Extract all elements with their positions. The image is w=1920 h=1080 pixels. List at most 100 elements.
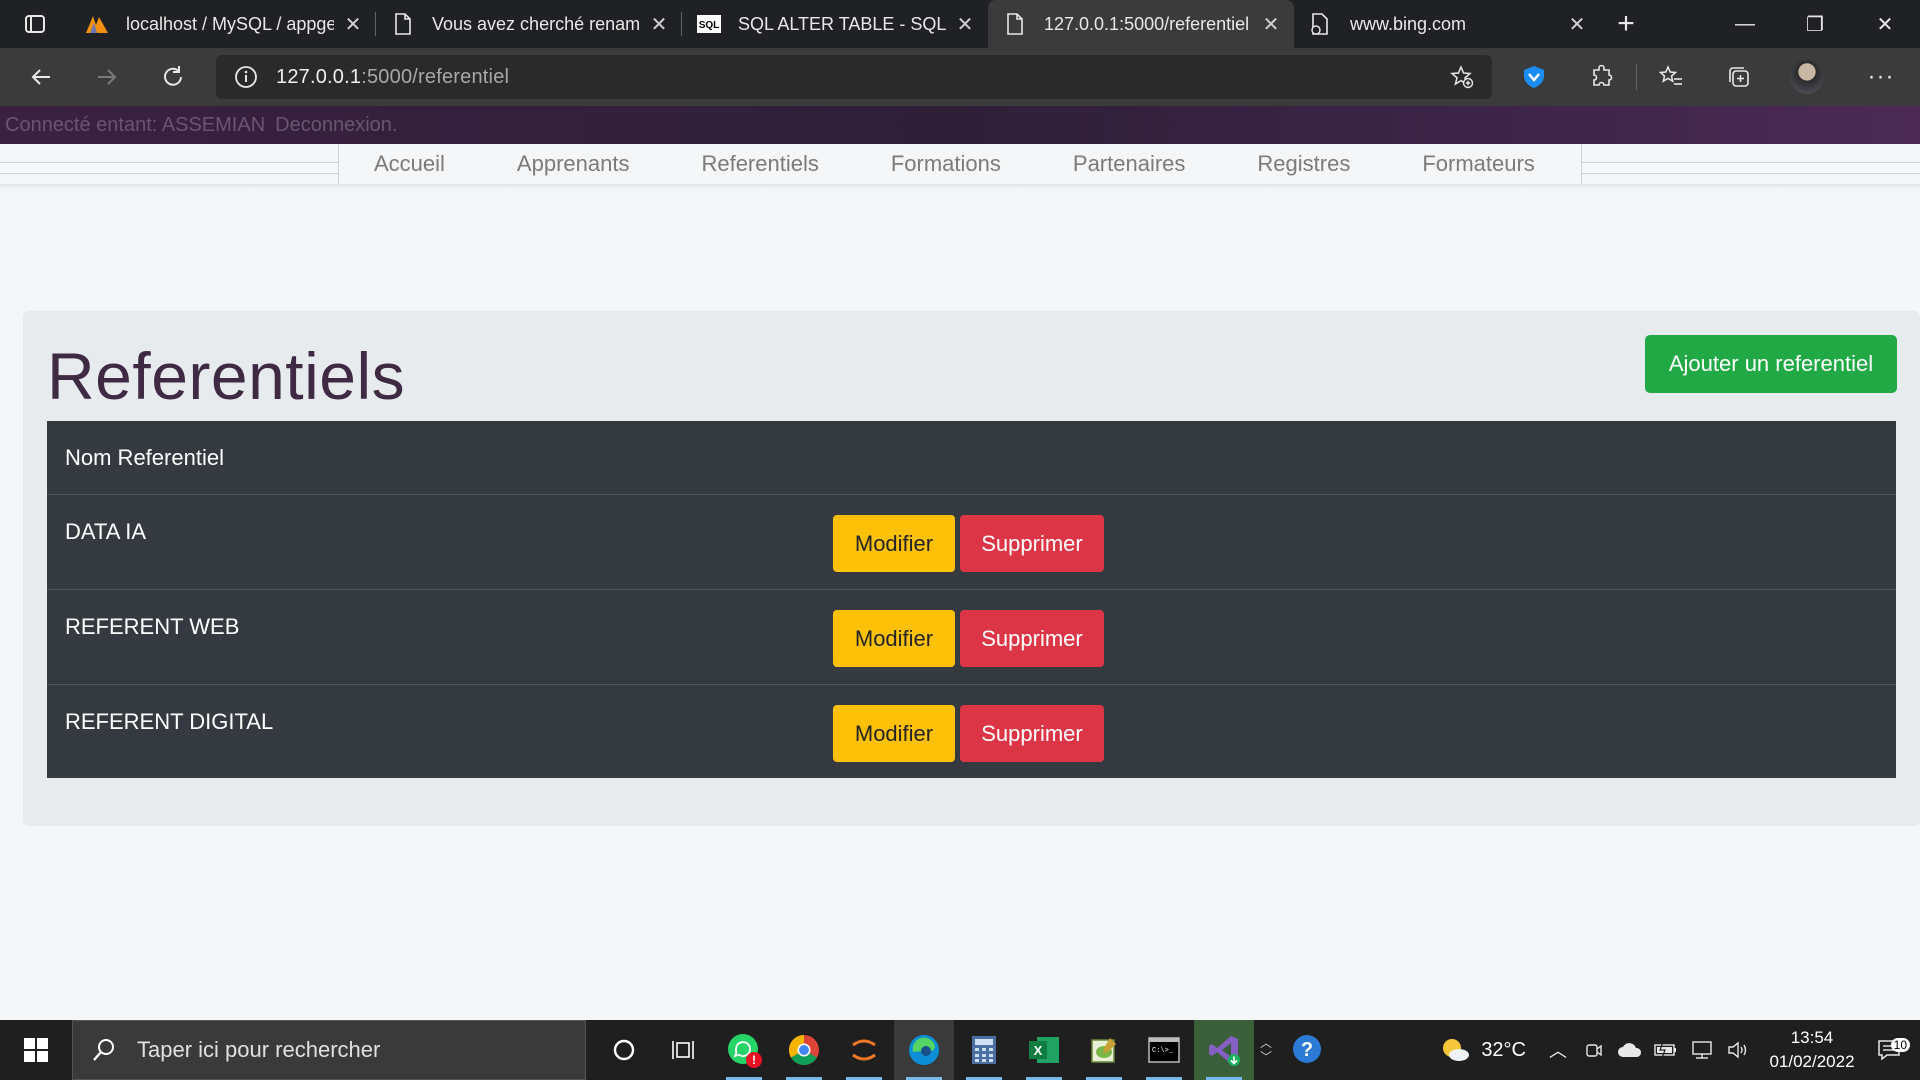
taskbar-app-whatsapp[interactable]: ! — [714, 1020, 774, 1080]
notification-center-button[interactable]: 10 — [1860, 1038, 1920, 1062]
help-icon: ? — [1293, 1035, 1321, 1063]
edit-button[interactable]: Modifier — [833, 610, 955, 667]
calculator-icon — [972, 1036, 996, 1064]
nav-item-formateurs[interactable]: Formateurs — [1422, 151, 1534, 177]
forward-button[interactable] — [74, 48, 140, 106]
taskbar-app-edge[interactable] — [894, 1020, 954, 1080]
tab-search[interactable]: Vous avez cherché renam ✕ — [376, 0, 682, 48]
cortana-button[interactable] — [594, 1020, 654, 1080]
svg-text:!: ! — [752, 1053, 756, 1067]
tab-sql-alter[interactable]: SQL SQL ALTER TABLE - SQL ✕ — [682, 0, 988, 48]
collections-icon — [1729, 67, 1749, 87]
taskbar-app-chrome[interactable] — [774, 1020, 834, 1080]
nav-item-apprenants[interactable]: Apprenants — [517, 151, 630, 177]
favorites-button[interactable] — [1637, 48, 1705, 106]
close-icon[interactable]: ✕ — [342, 12, 364, 37]
taskbar-app-notepad-plus[interactable] — [1074, 1020, 1134, 1080]
tab-phpmyadmin[interactable]: localhost / MySQL / appge ✕ — [70, 0, 376, 48]
extension-button[interactable] — [1500, 48, 1568, 106]
arrow-right-icon — [98, 69, 117, 85]
arrow-left-icon — [31, 69, 50, 85]
reload-button[interactable] — [140, 48, 206, 106]
onedrive-icon[interactable] — [1612, 1041, 1648, 1059]
taskbar-app-terminal[interactable]: C:\>_ — [1134, 1020, 1194, 1080]
weather-widget[interactable] — [1437, 1036, 1473, 1064]
add-referentiel-button[interactable]: Ajouter un referentiel — [1645, 335, 1897, 393]
more-icon: ··· — [1867, 63, 1895, 90]
taskbar-app-jupyter[interactable] — [834, 1020, 894, 1080]
svg-text:?: ? — [1301, 1039, 1313, 1061]
weather-temperature[interactable]: 32°C — [1481, 1039, 1526, 1062]
restore-button[interactable]: ❐ — [1780, 0, 1850, 48]
sql-icon: SQL — [696, 11, 722, 37]
nav-item-formations[interactable]: Formations — [891, 151, 1001, 177]
nav-item-referentiels[interactable]: Referentiels — [701, 151, 818, 177]
nav-item-accueil[interactable]: Accueil — [374, 151, 445, 177]
connected-user-label: Connecté entant: ASSEMIAN — [5, 113, 266, 136]
reload-icon — [164, 66, 182, 86]
minimize-button[interactable]: — — [1710, 0, 1780, 48]
nav-item-partenaires[interactable]: Partenaires — [1073, 151, 1186, 177]
back-button[interactable] — [8, 48, 74, 106]
close-icon[interactable]: ✕ — [954, 12, 976, 37]
url-text: 127.0.0.1:5000/referentiel — [276, 66, 509, 89]
taskbar-scroll[interactable]: ︿ ﹀ — [1254, 1020, 1278, 1080]
windows-logo-icon — [24, 1038, 48, 1062]
collections-button[interactable] — [1705, 48, 1773, 106]
phpmyadmin-icon — [84, 11, 110, 37]
jupyter-icon — [852, 1039, 876, 1061]
url-host: 127.0.0.1 — [276, 65, 362, 88]
taskbar-app-help[interactable]: ? — [1278, 1020, 1338, 1080]
site-info-icon[interactable] — [216, 65, 276, 89]
start-button[interactable] — [0, 1020, 72, 1080]
window-controls: — ❐ ✕ — [1710, 0, 1920, 48]
delete-button[interactable]: Supprimer — [960, 610, 1104, 667]
plus-icon: + — [1617, 7, 1635, 40]
network-icon[interactable] — [1684, 1040, 1720, 1060]
volume-icon[interactable] — [1720, 1040, 1756, 1060]
address-bar[interactable]: 127.0.0.1:5000/referentiel — [216, 55, 1492, 99]
nav-rule-right — [1582, 162, 1920, 174]
close-icon[interactable]: ✕ — [648, 12, 670, 37]
referentiel-name: REFERENT WEB — [65, 614, 240, 639]
add-favorite-icon[interactable] — [1432, 64, 1492, 90]
clock[interactable]: 13:54 01/02/2022 — [1764, 1026, 1860, 1074]
chevron-up-icon: ︿ — [1549, 1041, 1567, 1061]
new-tab-button[interactable]: + — [1600, 0, 1652, 48]
extensions-button[interactable] — [1568, 48, 1636, 106]
edge-icon — [909, 1035, 939, 1065]
user-bar: Connecté entant: ASSEMIAN Deconnexion. — [0, 106, 1920, 144]
battery-icon[interactable] — [1648, 1041, 1684, 1059]
table-row: DATA IA Modifier Supprimer — [47, 495, 1896, 590]
tab-bing[interactable]: www.bing.com ✕ — [1294, 0, 1600, 48]
edit-button[interactable]: Modifier — [833, 515, 955, 572]
tab-referentiel[interactable]: 127.0.0.1:5000/referentiel ✕ — [988, 0, 1294, 48]
nav-shadow — [0, 184, 1920, 190]
task-view-button[interactable] — [654, 1020, 714, 1080]
whatsapp-icon: ! — [728, 1034, 762, 1068]
close-window-button[interactable]: ✕ — [1850, 0, 1920, 48]
delete-button[interactable]: Supprimer — [960, 705, 1104, 762]
tab-actions-button[interactable] — [0, 0, 70, 48]
close-icon[interactable]: ✕ — [1260, 12, 1282, 37]
meet-now-icon[interactable] — [1576, 1040, 1612, 1060]
close-icon[interactable]: ✕ — [1566, 12, 1588, 37]
table-row: REFERENT DIGITAL Modifier Supprimer — [47, 685, 1896, 778]
profile-button[interactable] — [1773, 48, 1841, 106]
column-header-name: Nom Referentiel — [65, 445, 224, 470]
clock-time: 13:54 — [1790, 1028, 1834, 1047]
logout-link[interactable]: Deconnexion. — [275, 114, 397, 137]
taskbar-search-input[interactable]: Taper ici pour rechercher — [72, 1020, 586, 1080]
taskbar-app-calculator[interactable] — [954, 1020, 1014, 1080]
browser-toolbar: 127.0.0.1:5000/referentiel ··· — [0, 48, 1920, 106]
chrome-icon — [788, 1035, 819, 1066]
edit-button[interactable]: Modifier — [833, 705, 955, 762]
tab-title: localhost / MySQL / appge — [126, 13, 334, 34]
taskbar-app-visual-studio[interactable] — [1194, 1020, 1254, 1080]
nav-item-registres[interactable]: Registres — [1257, 151, 1350, 177]
delete-button[interactable]: Supprimer — [960, 515, 1104, 572]
settings-menu-button[interactable]: ··· — [1847, 48, 1915, 106]
toolbar-right: ··· — [1500, 48, 1915, 106]
taskbar-app-excel[interactable]: X — [1014, 1020, 1074, 1080]
show-hidden-icons-button[interactable]: ︿ — [1540, 1037, 1576, 1063]
